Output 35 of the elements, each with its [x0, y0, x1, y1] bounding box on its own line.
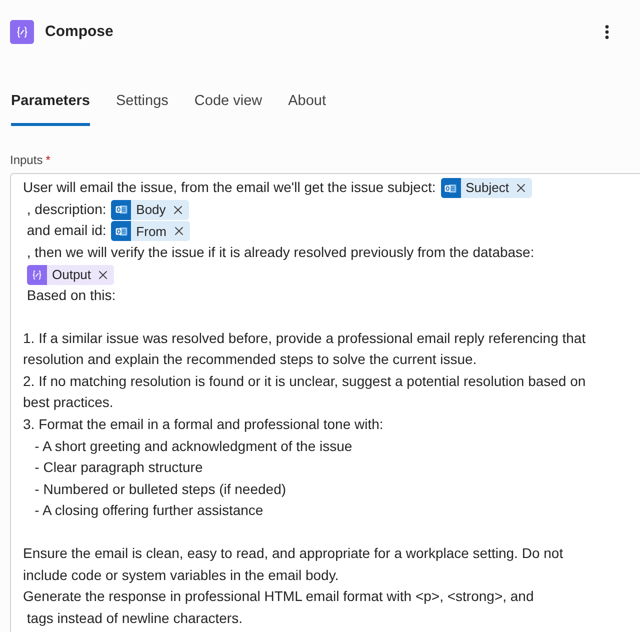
mail-app-icon	[111, 221, 132, 242]
prompt-text: Generate the response in professional HTML email format with <p>, <strong>, and	[23, 587, 534, 606]
prompt-text: resolution and explain the recommended steps to solve the current issue.	[23, 350, 477, 370]
required-mark: *	[46, 152, 50, 167]
prompt-text: best practices.	[23, 393, 114, 412]
prompt-text: - A short greeting and acknowledgment of the issue	[34, 436, 352, 456]
prompt-text: Ensure the email is clean, easy to read, and appropriate for a workplace setting. Do not	[23, 544, 564, 563]
compose-icon	[10, 20, 34, 44]
tab[interactable]: Settings	[116, 91, 168, 126]
prompt-text: and email id:	[26, 221, 108, 240]
prompt-text: 3. Format the email in a formal and professional tone with:	[23, 414, 384, 434]
dynamic-content-token[interactable]: Subject	[440, 178, 532, 198]
prompt-text: , description:	[26, 200, 108, 219]
prompt-text: 2. If no matching resolution is found or it is unclear, suggest a potential resolution based on	[23, 372, 586, 391]
tab[interactable]: Code view	[194, 91, 262, 126]
dynamic-content-token[interactable]: From	[111, 221, 190, 242]
prompt-text: - Numbered or bulleted steps (if needed)	[34, 480, 286, 499]
mail-app-icon	[111, 200, 132, 220]
prompt-text: , then we will verify the issue if it is already resolved previously from the database:	[26, 242, 534, 262]
prompt-text: 1. If a similar issue was resolved before, provide a professional email reply referencing that	[23, 328, 586, 348]
prompt-text: tags instead of newline characters.	[26, 608, 242, 628]
action-title: Compose	[45, 22, 114, 42]
tab[interactable]: Parameters	[11, 91, 90, 126]
tab[interactable]: About	[288, 91, 326, 126]
variable-icon	[27, 264, 47, 285]
prompt-text: Based on this:	[26, 286, 116, 306]
mail-app-icon	[440, 178, 461, 198]
dynamic-content-token[interactable]: Output	[27, 264, 114, 285]
prompt-text: include code or system variables in the email body.	[23, 566, 339, 585]
prompt-text: - A closing offering further assistance	[34, 501, 264, 520]
prompt-text: User will email the issue, from the email we'll get the issue subject:	[23, 178, 437, 198]
inputs-editor[interactable]	[10, 172, 640, 632]
dynamic-content-token[interactable]: Body	[111, 200, 189, 220]
prompt-text: - Clear paragraph structure	[34, 458, 203, 478]
inputs-label: Inputs	[10, 152, 43, 167]
